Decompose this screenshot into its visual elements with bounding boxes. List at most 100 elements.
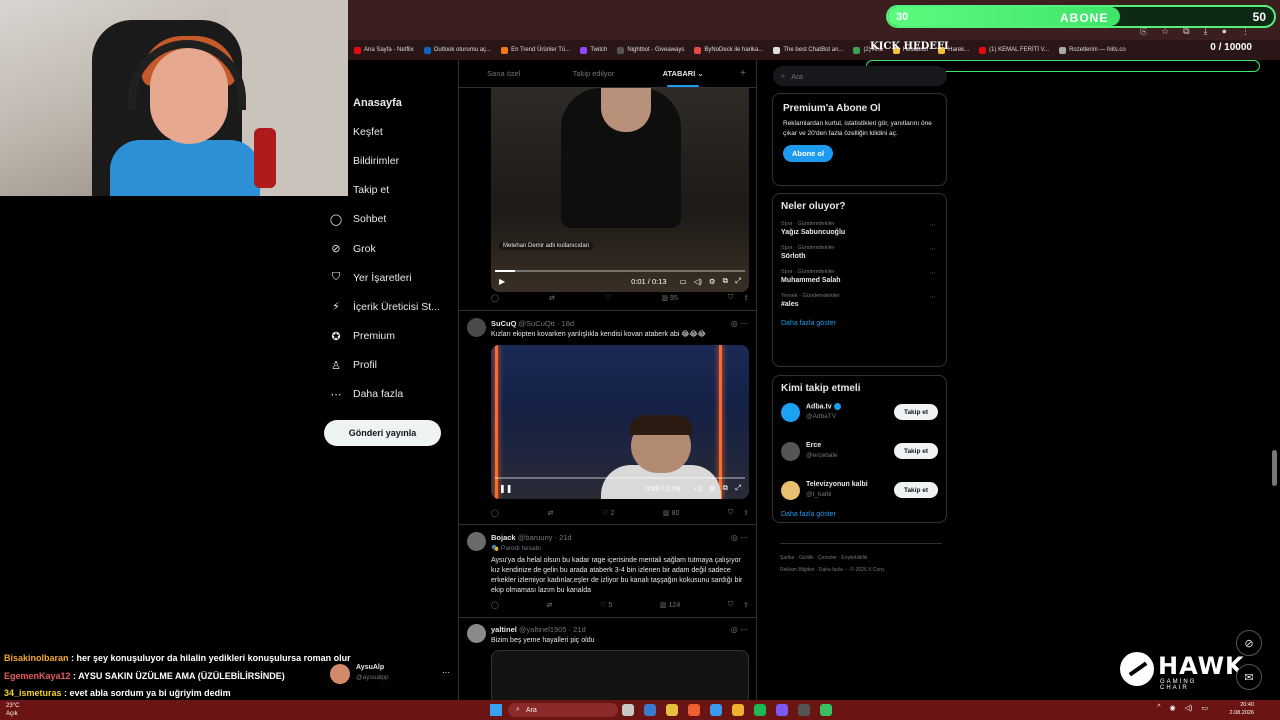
- taskbar-search[interactable]: ⌕ Ara: [508, 703, 618, 717]
- bookmark-item[interactable]: ByNoDeck ile harika...: [694, 46, 763, 54]
- pip-icon[interactable]: ⧉: [723, 483, 728, 493]
- video-progress[interactable]: [495, 270, 745, 272]
- views-count[interactable]: ▥ 95: [661, 294, 677, 303]
- suggestion-name[interactable]: Adba.tv: [806, 403, 841, 410]
- avatar[interactable]: [781, 403, 800, 422]
- retweet-icon[interactable]: ⇄: [549, 294, 555, 302]
- taskbar-app-icon[interactable]: [754, 704, 766, 716]
- suggestion-name[interactable]: Erce: [806, 442, 821, 449]
- taskbar-app-icon[interactable]: [688, 704, 700, 716]
- avatar[interactable]: [467, 532, 486, 551]
- play-icon[interactable]: ▶: [499, 277, 513, 286]
- grok-fab-icon[interactable]: ⊘: [1236, 630, 1262, 656]
- suggestion-name[interactable]: Televizyonun kalbi: [806, 481, 868, 488]
- subscribe-button[interactable]: Abone ol: [783, 145, 834, 162]
- clock[interactable]: 20:40 2.08.2026: [1230, 701, 1254, 717]
- follow-show-more[interactable]: Daha fazla göster: [781, 511, 938, 518]
- sidebar-item[interactable]: Takip et: [328, 176, 458, 205]
- settings-icon[interactable]: ⚙: [709, 484, 716, 493]
- trend-item[interactable]: Yemek · Gündemdekiler #ales ⋯: [781, 293, 938, 308]
- retweet-icon[interactable]: ⇄: [547, 601, 553, 609]
- follow-button[interactable]: Takip et: [894, 443, 938, 459]
- bookmark-item[interactable]: Ana Sayfa - Netflix: [354, 46, 414, 54]
- network-icon[interactable]: ◉: [1170, 704, 1176, 712]
- timeline-tab[interactable]: Sana özel: [459, 60, 549, 87]
- bookmark-icon[interactable]: ⛉: [728, 294, 733, 302]
- taskbar-app-icon[interactable]: [776, 704, 788, 716]
- trend-item[interactable]: Spor · Gündemdekiler Yağız Sabuncuoğlu ⋯: [781, 221, 938, 236]
- captions-icon[interactable]: ▭: [680, 277, 687, 286]
- timeline-tab[interactable]: +: [728, 60, 756, 87]
- volume-icon[interactable]: ◁): [694, 484, 702, 493]
- taskbar-app-icon[interactable]: [644, 704, 656, 716]
- more-icon[interactable]: ◎ ⋯: [731, 319, 748, 328]
- like-icon[interactable]: ♡: [605, 294, 611, 302]
- more-icon[interactable]: ⋯: [929, 293, 936, 301]
- taskbar-app-icon[interactable]: [820, 704, 832, 716]
- sidebar-item[interactable]: ♙ Profil: [328, 351, 458, 380]
- taskbar-app-icon[interactable]: [798, 704, 810, 716]
- trend-item[interactable]: Spor · Gündemdekiler Sörloth ⋯: [781, 245, 938, 260]
- author-name[interactable]: Bojack: [491, 533, 516, 542]
- tweet-video-2[interactable]: ❚❚ 0:00 / 0:09 ◁) ⚙ ⧉ ⤢: [491, 345, 749, 499]
- sidebar-item[interactable]: ◯ Sohbet: [328, 205, 458, 234]
- fullscreen-icon[interactable]: ⤢: [735, 483, 741, 493]
- like-button[interactable]: ♡ 5: [600, 601, 612, 610]
- pause-icon[interactable]: ❚❚: [499, 484, 513, 493]
- avatar[interactable]: [467, 318, 486, 337]
- bookmark-item[interactable]: Nightbot - Giveaways: [617, 46, 684, 54]
- chevron-up-icon[interactable]: ^: [1157, 704, 1160, 712]
- taskbar-app-icon[interactable]: [710, 704, 722, 716]
- timeline-tab[interactable]: Takip edilyor: [549, 60, 639, 87]
- footer-line-1[interactable]: Şartlar · Gizlilik · Çerezler · Erişileb…: [780, 552, 942, 564]
- sidebar-item[interactable]: ⊘ Grok: [328, 234, 458, 263]
- share-icon[interactable]: ⇪: [743, 294, 749, 302]
- trend-item[interactable]: Spor · Gündemdekiler Muhammed Salah ⋯: [781, 269, 938, 284]
- fullscreen-icon[interactable]: ⤢: [735, 276, 741, 286]
- share-icon[interactable]: ⇪: [743, 509, 749, 517]
- author-name[interactable]: SuCuQ: [491, 319, 516, 328]
- weather-widget[interactable]: 23°C Açık: [6, 702, 19, 718]
- bookmark-item[interactable]: The best ChatBot an...: [773, 46, 843, 54]
- scrollbar[interactable]: [1272, 450, 1277, 486]
- share-icon[interactable]: ⇪: [743, 601, 749, 609]
- sidebar-item[interactable]: Anasayfa: [328, 88, 458, 117]
- volume-icon[interactable]: ◁): [1185, 704, 1193, 712]
- bookmark-item[interactable]: Outlook oturumu aç...: [423, 46, 491, 54]
- reply-icon[interactable]: ◯: [491, 601, 499, 609]
- windows-start-icon[interactable]: [490, 704, 502, 716]
- tweet-video-1[interactable]: Metehan Demir adlı kullanıcıdan ▶ 0:01 /…: [491, 88, 749, 292]
- sidebar-item[interactable]: ✪ Premium: [328, 322, 458, 351]
- sidebar-item[interactable]: ⛉ Yer İşaretleri: [328, 263, 458, 292]
- trends-show-more[interactable]: Daha fazla göster: [781, 320, 938, 327]
- like-button[interactable]: ♡ 2: [602, 509, 614, 518]
- volume-icon[interactable]: ◁): [694, 277, 702, 286]
- more-icon[interactable]: ⋯: [929, 221, 936, 229]
- video-progress[interactable]: [495, 477, 745, 479]
- pip-icon[interactable]: ⧉: [723, 276, 728, 286]
- taskbar-app-icon[interactable]: [732, 704, 744, 716]
- bookmark-item[interactable]: En Trend Ürünler Tü...: [501, 46, 570, 54]
- tweet-media-4[interactable]: [491, 650, 749, 700]
- follow-button[interactable]: Takip et: [894, 404, 938, 420]
- sidebar-item[interactable]: ⚡ İçerik Üreticisi St...: [328, 292, 458, 321]
- taskbar-app-icon[interactable]: [666, 704, 678, 716]
- bookmark-icon[interactable]: ⛉: [728, 509, 733, 517]
- sidebar-item[interactable]: Keşfet: [328, 117, 458, 146]
- views-count[interactable]: ▥ 124: [660, 601, 680, 610]
- settings-icon[interactable]: ⚙: [709, 277, 716, 286]
- avatar[interactable]: [467, 624, 486, 643]
- avatar[interactable]: [781, 481, 800, 500]
- footer-line-2[interactable]: Reklam Bilgileri · Daha fazla ··· © 2026…: [780, 564, 942, 576]
- reply-icon[interactable]: ◯: [491, 509, 499, 517]
- follow-button[interactable]: Takip et: [894, 482, 938, 498]
- avatar[interactable]: [781, 442, 800, 461]
- author-name[interactable]: yaltinel: [491, 625, 517, 634]
- battery-icon[interactable]: ▭: [1201, 704, 1208, 712]
- messages-fab-icon[interactable]: ✉: [1236, 664, 1262, 690]
- bookmark-item[interactable]: Twitch: [580, 46, 607, 54]
- reply-icon[interactable]: ◯: [491, 294, 499, 302]
- search-input[interactable]: ⌕ Ara: [773, 66, 947, 86]
- timeline-tab[interactable]: ATABARI ⌄: [638, 60, 728, 87]
- retweet-icon[interactable]: ⇄: [548, 509, 554, 517]
